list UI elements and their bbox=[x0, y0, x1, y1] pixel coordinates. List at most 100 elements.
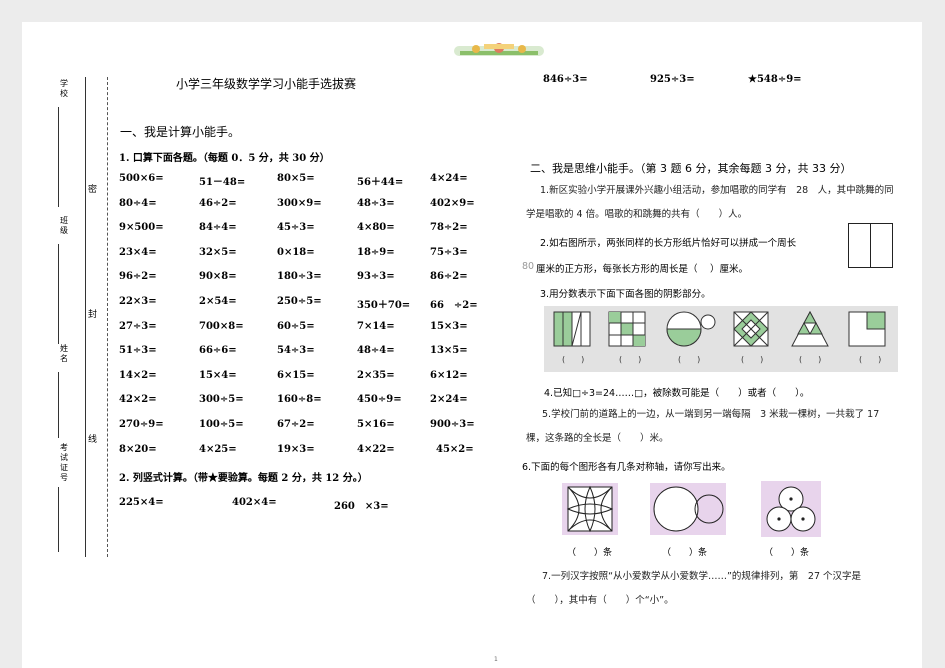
section-2-heading: 二、我是思维小能手。（第 3 题 6 分，其余每题 3 分，共 33 分） bbox=[530, 162, 852, 175]
q5-text: 5.学校门前的道路上的一边，从一端到另一端每隔 3 米栽一棵树，一共栽了 17 … bbox=[526, 409, 880, 444]
class-line bbox=[58, 244, 59, 344]
calc-item: 51－48= bbox=[199, 177, 246, 188]
calc-item: 14×2= bbox=[119, 369, 157, 381]
q6-blank-2: （ ）条 bbox=[662, 548, 708, 558]
top-item-3: ★548÷9= bbox=[748, 74, 802, 85]
calc-item: 300×9= bbox=[277, 197, 322, 209]
top-item-1: 846÷3= bbox=[543, 74, 588, 85]
calc-item: 51÷3= bbox=[119, 345, 157, 357]
q2-heading: 2. 列竖式计算。（带★要验算。每题 2 分，共 12 分。） bbox=[119, 473, 368, 484]
q7-text: 7.一列汉字按照“从小爱数学从小爱数学……”的规律排列，第 27 个汉字是（ ）… bbox=[526, 571, 862, 606]
calc-item: 9×500= bbox=[119, 222, 164, 234]
calc-item: 93÷3= bbox=[357, 271, 395, 283]
calc-item: 27÷3= bbox=[119, 320, 157, 332]
calc-item: 2×54= bbox=[199, 296, 237, 307]
q2-item-3: 260 ×3= bbox=[334, 501, 389, 512]
q6-blank-1: （ ）条 bbox=[567, 548, 613, 558]
calc-item: 32×5= bbox=[199, 246, 237, 258]
calc-item: 450÷9= bbox=[357, 394, 402, 406]
q2-item-1: 225×4= bbox=[119, 497, 164, 508]
seal-char-1: 密 bbox=[88, 185, 98, 195]
school-label: 学校 bbox=[60, 79, 68, 98]
q3-blank-1: ( ) bbox=[562, 355, 584, 364]
calc-item: 15×3= bbox=[430, 320, 468, 332]
calc-item: 56＋44= bbox=[357, 177, 404, 188]
q2-number: 80 bbox=[522, 261, 535, 272]
calc-item: 78÷2= bbox=[430, 222, 468, 234]
calc-item: 160÷8= bbox=[277, 394, 322, 406]
top-item-2: 925÷3= bbox=[650, 74, 695, 85]
page-title: 小学三年级数学学习小能手选拔赛 bbox=[176, 77, 357, 91]
calc-item: 66÷6= bbox=[199, 345, 237, 357]
calc-item: 6×12= bbox=[430, 369, 468, 381]
calc-item: 700×8= bbox=[199, 320, 244, 332]
calc-item: 100÷5= bbox=[199, 419, 244, 430]
calc-item: 48÷3= bbox=[357, 197, 395, 209]
q2-line-2: 厘米的正方形，每张长方形的周长是（ ）厘米。 bbox=[536, 264, 749, 275]
calc-item: 19×3= bbox=[277, 443, 315, 455]
calc-item: 7×14= bbox=[357, 320, 395, 332]
q3-blank-3: ( ) bbox=[678, 355, 700, 364]
calc-item: 4×24= bbox=[430, 173, 468, 184]
q3-blank-5: ( ) bbox=[799, 355, 821, 364]
q3-blank-2: ( ) bbox=[619, 355, 641, 364]
seal-char-2: 封 bbox=[88, 310, 98, 320]
calc-item: 18÷9= bbox=[357, 246, 395, 258]
calc-item: 4×22= bbox=[357, 443, 395, 455]
symmetry-figure-2 bbox=[650, 483, 726, 535]
q4-text: 4.已知□÷3=24……□，被除数可能是（ ）或者（ ）。 bbox=[544, 388, 810, 399]
calc-item: 13×5= bbox=[430, 345, 468, 357]
page-number: 1 bbox=[494, 656, 498, 663]
q6-text: 6.下面的每个图形各有几条对称轴，请你写出来。 bbox=[522, 462, 731, 473]
calc-item: 22×3= bbox=[119, 296, 157, 307]
seal-char-3: 线 bbox=[88, 435, 98, 445]
calc-item: 6×15= bbox=[277, 369, 315, 381]
calc-item: 80÷4= bbox=[119, 197, 157, 209]
calc-item: 96÷2= bbox=[119, 271, 157, 283]
exam-id-line bbox=[58, 487, 59, 552]
school-line bbox=[58, 107, 59, 207]
symmetry-figure-3 bbox=[761, 481, 821, 537]
calc-item: 2×35= bbox=[357, 369, 395, 381]
calc-item: 86÷2= bbox=[430, 271, 468, 283]
calc-item: 48÷4= bbox=[357, 345, 395, 357]
calc-item: 84÷4= bbox=[199, 222, 237, 234]
calc-item: 46÷2= bbox=[199, 197, 237, 209]
calc-item: 350＋70= bbox=[357, 300, 411, 311]
calc-item: 2×24= bbox=[430, 394, 468, 406]
q6-blank-3: （ ）条 bbox=[764, 548, 810, 558]
calc-item: 67÷2= bbox=[277, 419, 315, 430]
calc-item: 180÷3= bbox=[277, 271, 322, 283]
exam-paper: 学校 班级 姓名 考试证号 密 封 线 小学三年级数学学习小能手选拔赛 一、我是… bbox=[22, 22, 922, 668]
name-label: 姓名 bbox=[60, 344, 68, 363]
calc-item: 42×2= bbox=[119, 394, 157, 406]
calc-item: 250÷5= bbox=[277, 296, 322, 307]
symmetry-figure-1 bbox=[562, 483, 618, 535]
q2-item-2: 402×4= bbox=[232, 497, 277, 508]
calc-item: 270÷9= bbox=[119, 419, 164, 430]
fraction-figures: ( ) ( ) ( ) ( ) ( ) ( ) bbox=[544, 306, 898, 372]
calc-item: 66 ÷2= bbox=[430, 300, 478, 311]
calc-item: 60÷5= bbox=[277, 320, 315, 332]
calc-item: 90×8= bbox=[199, 271, 237, 283]
class-label: 班级 bbox=[60, 216, 68, 235]
binding-line-right bbox=[107, 77, 108, 557]
calc-item: 4×80= bbox=[357, 222, 395, 234]
q1-text: 1.新区实验小学开展课外兴趣小组活动，参加唱歌的同学有 28 人，其中跳舞的同学… bbox=[526, 185, 894, 220]
q3-blank-4: ( ) bbox=[741, 355, 763, 364]
calc-item: 80×5= bbox=[277, 173, 315, 184]
header-logo bbox=[454, 43, 544, 56]
calc-item: 45×2= bbox=[436, 443, 474, 455]
calc-item: 45÷3= bbox=[277, 222, 315, 234]
q1-heading: 1. 口算下面各题。（每题 0．5 分，共 30 分） bbox=[119, 153, 330, 164]
q3-text: 3.用分数表示下面下面各图的阴影部分。 bbox=[540, 289, 711, 300]
calc-item: 23×4= bbox=[119, 246, 157, 258]
calc-item: 500×6= bbox=[119, 173, 164, 184]
q3-blank-6: ( ) bbox=[859, 355, 881, 364]
binding-line-left bbox=[85, 77, 86, 557]
exam-id-label: 考试证号 bbox=[60, 443, 68, 482]
calc-item: 54÷3= bbox=[277, 345, 315, 357]
calc-item: 8×20= bbox=[119, 443, 157, 455]
calc-item: 300÷5= bbox=[199, 394, 244, 406]
calc-item: 15×4= bbox=[199, 369, 237, 381]
